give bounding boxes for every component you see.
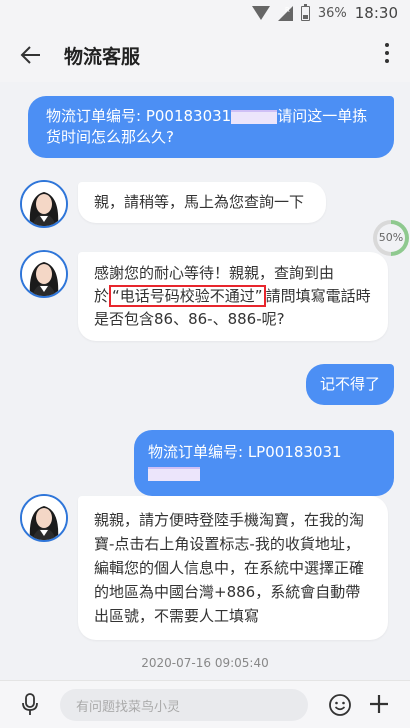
wifi-icon — [251, 6, 270, 20]
message-text: 物流订单编号: P00183031 — [46, 107, 232, 125]
message-text: 親親，請方便時登陸手機淘寶，在我的淘寶-点击右上角设置标志-我的收貨地址，編輯您… — [94, 511, 365, 625]
outgoing-message: 物流订单编号: LP00183031 — [134, 430, 394, 496]
outgoing-message: 记不得了 — [306, 364, 394, 405]
microphone-icon[interactable] — [20, 693, 40, 717]
incoming-message: 感謝您的耐心等待！親親，查詢到由於 “电话号码校验不通过” 請問填寫電話時是否包含8… — [78, 252, 388, 341]
plus-icon[interactable] — [368, 693, 390, 715]
app-header: 物流客服 — [0, 28, 410, 82]
agent-avatar — [20, 250, 68, 298]
message-text: 物流订单编号: LP00183031 — [148, 443, 342, 461]
emoji-icon[interactable] — [328, 693, 352, 717]
redacted-text — [231, 109, 278, 124]
message-input[interactable]: 有问题找菜鸟小灵 — [60, 689, 308, 721]
agent-avatar — [20, 494, 68, 542]
battery-icon — [300, 3, 310, 21]
message-timestamp: 2020-07-16 09:05:40 — [141, 656, 269, 670]
page-title: 物流客服 — [64, 46, 141, 68]
message-text: 親，請稍等，馬上為您查詢一下 — [94, 193, 305, 211]
clock: 18:30 — [354, 4, 398, 22]
agent-avatar — [20, 180, 68, 228]
redacted-text — [148, 466, 200, 481]
status-bar: R 36% 18:30 — [0, 0, 410, 28]
outgoing-message: 物流订单编号: P00183031 请问这一单拣货时间怎么那么久? — [28, 96, 394, 158]
incoming-message: 親，請稍等，馬上為您查詢一下 — [78, 182, 326, 223]
signal-icon: R — [277, 5, 293, 21]
message-text: 记不得了 — [319, 375, 380, 393]
incoming-message: 親親，請方便時登陸手機淘寶，在我的淘寶-点击右上角设置标志-我的收貨地址，編輯您… — [78, 496, 388, 640]
battery-level: 36% — [317, 5, 347, 21]
progress-label: 50% — [377, 224, 405, 252]
back-arrow-icon[interactable] — [18, 42, 44, 68]
input-bar: 有问题找菜鸟小灵 — [0, 680, 410, 728]
progress-indicator: 50% — [373, 220, 409, 256]
more-menu-icon[interactable] — [384, 43, 390, 67]
highlighted-text: “电话号码校验不通过” — [109, 285, 266, 307]
